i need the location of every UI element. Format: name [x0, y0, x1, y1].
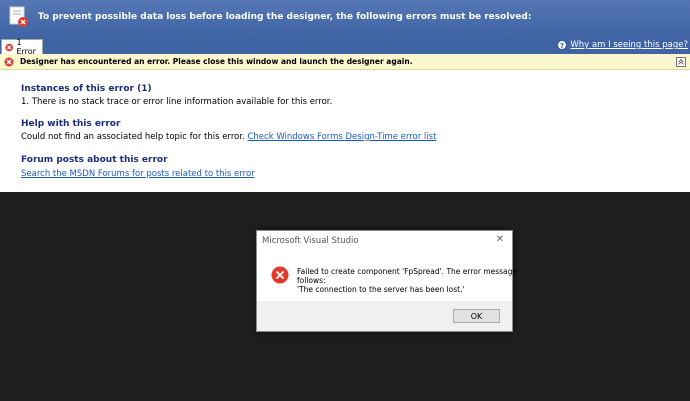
collapse-chevron-icon[interactable] — [676, 57, 686, 67]
help-link-group: ? Why am I seeing this page? — [557, 40, 688, 50]
error-bar: Designer has encountered an error. Pleas… — [0, 54, 690, 70]
help-title: Help with this error — [21, 119, 121, 129]
designer-error-header: To prevent possible data loss before loa… — [0, 0, 690, 38]
dialog-message: Failed to create component 'FpSpread'. T… — [297, 267, 517, 294]
help-icon: ? — [557, 40, 568, 50]
dialog-footer: OK — [257, 301, 512, 331]
error-details-panel: Instances of this error (1) 1. There is … — [0, 70, 690, 192]
search-msdn-forums-link[interactable]: Search the MSDN Forums for posts related… — [21, 169, 255, 179]
help-text: Could not find an associated help topic … — [21, 132, 436, 142]
close-icon[interactable]: ✕ — [496, 234, 504, 245]
error-tabbar: 1 Error ? Why am I seeing this page? — [0, 38, 690, 56]
forum-title: Forum posts about this error — [21, 155, 168, 165]
error-icon — [5, 43, 14, 51]
dialog-message-line: Failed to create component 'FpSpread'. T… — [297, 267, 518, 276]
header-title: To prevent possible data loss before loa… — [38, 12, 532, 22]
dialog-message-line: follows: — [297, 276, 326, 285]
error-icon — [271, 266, 289, 284]
svg-text:?: ? — [560, 42, 564, 50]
help-description: Could not find an associated help topic … — [21, 132, 245, 142]
error-dialog: Microsoft Visual Studio ✕ Failed to crea… — [256, 230, 517, 332]
check-error-list-link[interactable]: Check Windows Forms Design-Time error li… — [247, 132, 436, 142]
instance-item: 1. There is no stack trace or error line… — [21, 97, 333, 107]
ok-button[interactable]: OK — [453, 309, 500, 323]
error-icon — [4, 57, 14, 66]
error-bar-text: Designer has encountered an error. Pleas… — [20, 57, 413, 66]
tab-1-error[interactable]: 1 Error — [1, 38, 43, 56]
why-am-i-seeing-this-link[interactable]: Why am I seeing this page? — [570, 40, 688, 50]
instances-title: Instances of this error (1) — [21, 84, 152, 94]
dialog-message-line: 'The connection to the server has been l… — [297, 285, 465, 294]
document-error-icon — [9, 6, 28, 27]
dialog-title: Microsoft Visual Studio — [262, 236, 359, 246]
